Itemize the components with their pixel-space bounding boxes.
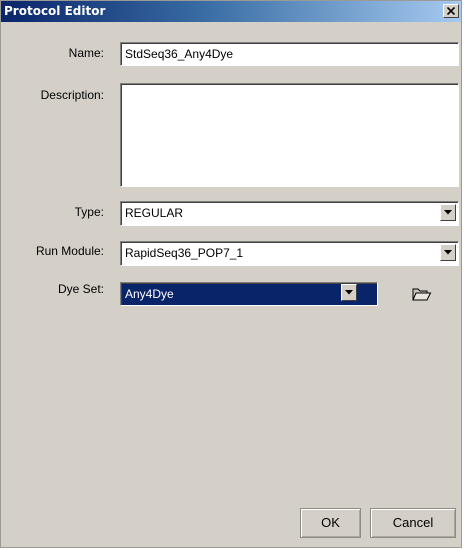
- close-button[interactable]: [443, 4, 459, 18]
- name-value: StdSeq36_Any4Dye: [125, 47, 234, 61]
- name-input[interactable]: StdSeq36_Any4Dye: [120, 42, 459, 66]
- type-select[interactable]: REGULAR: [120, 201, 459, 226]
- folder-open-icon: [412, 288, 432, 301]
- type-value: REGULAR: [125, 206, 184, 220]
- close-icon: [447, 7, 455, 15]
- dye-set-label: Dye Set:: [57, 282, 104, 296]
- name-label: Name:: [68, 46, 104, 60]
- description-label: Description:: [40, 88, 104, 102]
- dye-set-value: Any4Dye: [125, 287, 174, 301]
- chevron-down-icon: [345, 290, 353, 295]
- run-module-dropdown-button[interactable]: [440, 244, 456, 261]
- ok-button[interactable]: OK: [300, 508, 361, 538]
- description-textarea[interactable]: [120, 83, 459, 187]
- chevron-down-icon: [444, 250, 452, 255]
- browse-dye-set-button[interactable]: [410, 283, 434, 307]
- dye-set-select[interactable]: Any4Dye: [120, 282, 378, 306]
- run-module-label: Run Module:: [35, 244, 104, 258]
- run-module-select[interactable]: RapidSeq36_POP7_1: [120, 241, 459, 266]
- cancel-button[interactable]: Cancel: [370, 508, 456, 538]
- title-bar[interactable]: Protocol Editor: [1, 1, 461, 22]
- type-label: Type:: [74, 205, 104, 219]
- dye-set-dropdown-button[interactable]: [341, 284, 357, 301]
- chevron-down-icon: [444, 210, 452, 215]
- run-module-value: RapidSeq36_POP7_1: [125, 246, 244, 260]
- protocol-editor-dialog: Protocol Editor Name: StdSeq36_Any4Dye D…: [0, 0, 462, 548]
- window-title: Protocol Editor: [4, 4, 106, 18]
- type-dropdown-button[interactable]: [440, 204, 456, 221]
